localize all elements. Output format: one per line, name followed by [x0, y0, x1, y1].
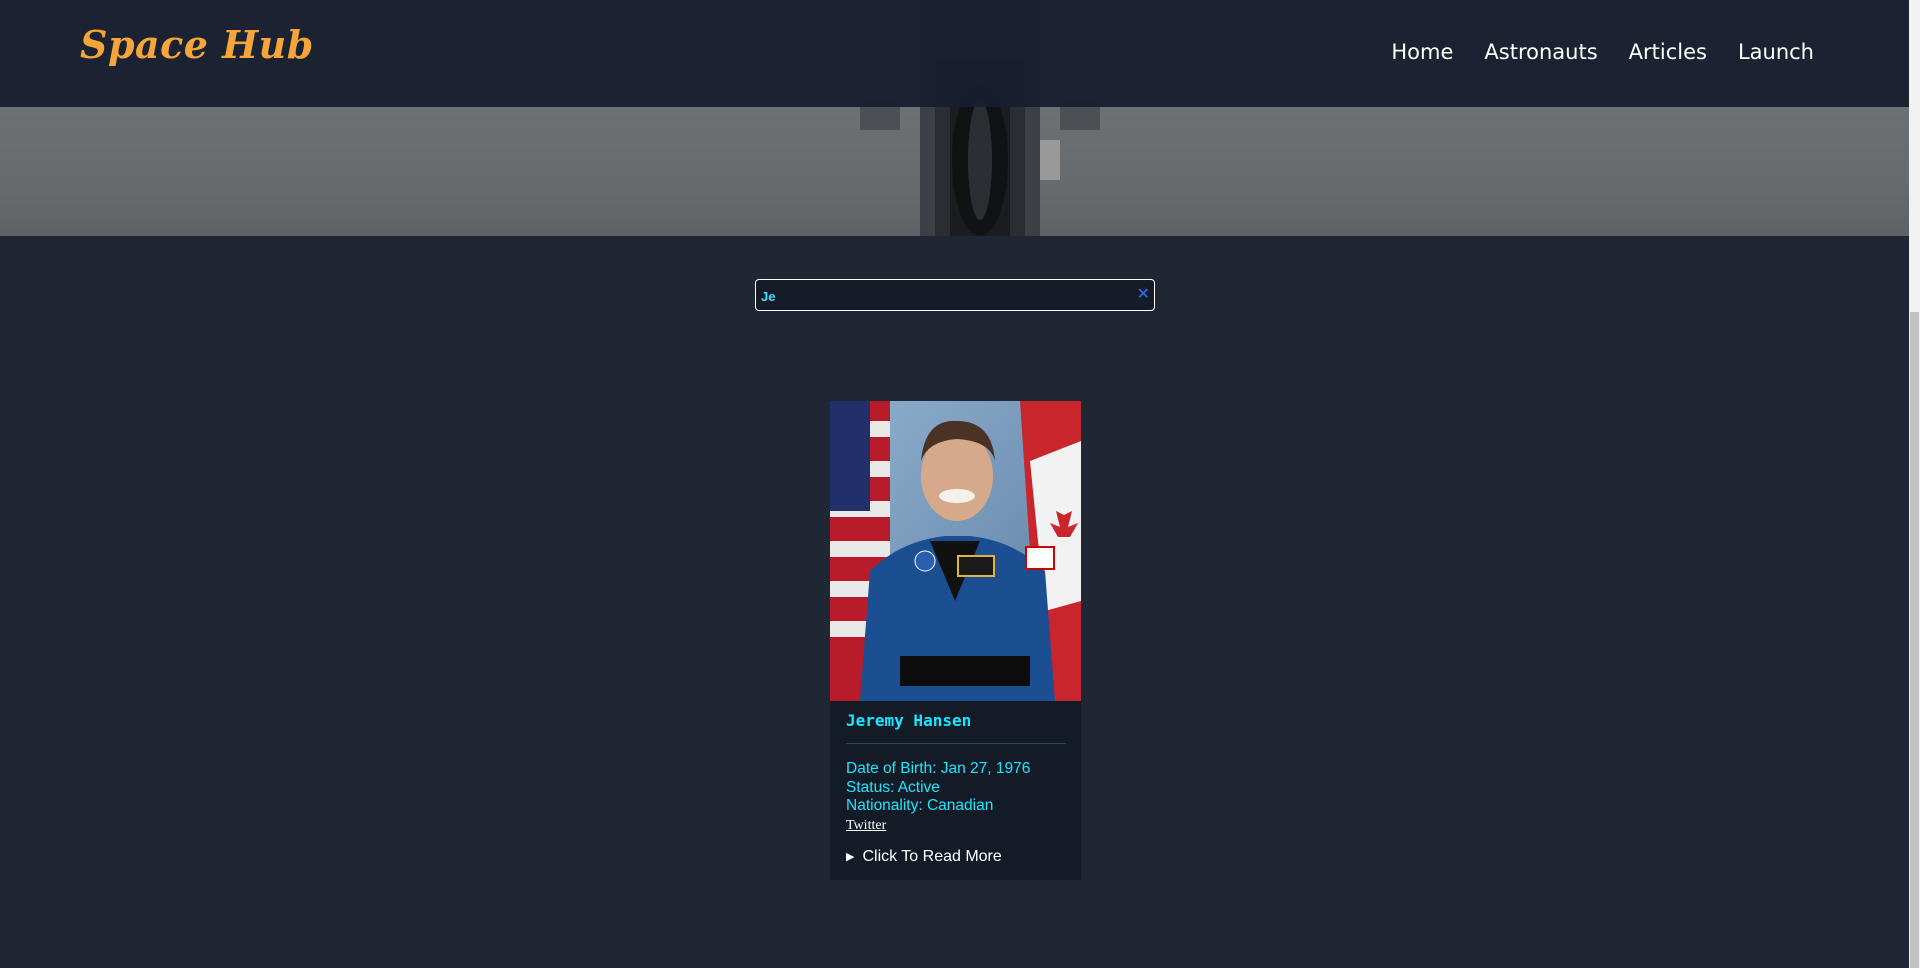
astronaut-card: Jeremy Hansen Date of Birth: Jan 27, 197… — [830, 401, 1081, 880]
nav-articles[interactable]: Articles — [1629, 40, 1707, 64]
brand-logo[interactable]: Space Hub — [80, 22, 314, 67]
nav-astronauts[interactable]: Astronauts — [1484, 40, 1597, 64]
nationality: Nationality: Canadian — [846, 797, 994, 814]
nav-home[interactable]: Home — [1391, 40, 1453, 64]
status: Status: Active — [846, 778, 940, 796]
read-more-label: Click To Read More — [862, 847, 1002, 865]
card-body: Jeremy Hansen Date of Birth: Jan 27, 197… — [846, 711, 1066, 866]
close-icon[interactable]: ✕ — [1137, 286, 1150, 304]
search-input[interactable] — [759, 280, 1133, 312]
search-box: ✕ — [755, 279, 1155, 312]
card-divider — [846, 743, 1066, 744]
scrollbar-thumb[interactable] — [1910, 312, 1919, 968]
nav-launch[interactable]: Launch — [1738, 40, 1814, 64]
astronaut-photo — [830, 401, 1081, 701]
main-nav: Home Astronauts Articles Launch — [1391, 40, 1814, 64]
read-more-toggle[interactable]: ▶ Click To Read More — [846, 848, 1066, 866]
astronaut-name: Jeremy Hansen — [846, 711, 972, 730]
triangle-right-icon: ▶ — [846, 851, 855, 863]
page-scrollbar[interactable] — [1909, 0, 1920, 968]
twitter-link[interactable]: Twitter — [846, 818, 886, 834]
date-of-birth: Date of Birth: Jan 27, 1976 — [846, 760, 1031, 777]
top-navbar: Space Hub Home Astronauts Articles Launc… — [0, 0, 1909, 107]
